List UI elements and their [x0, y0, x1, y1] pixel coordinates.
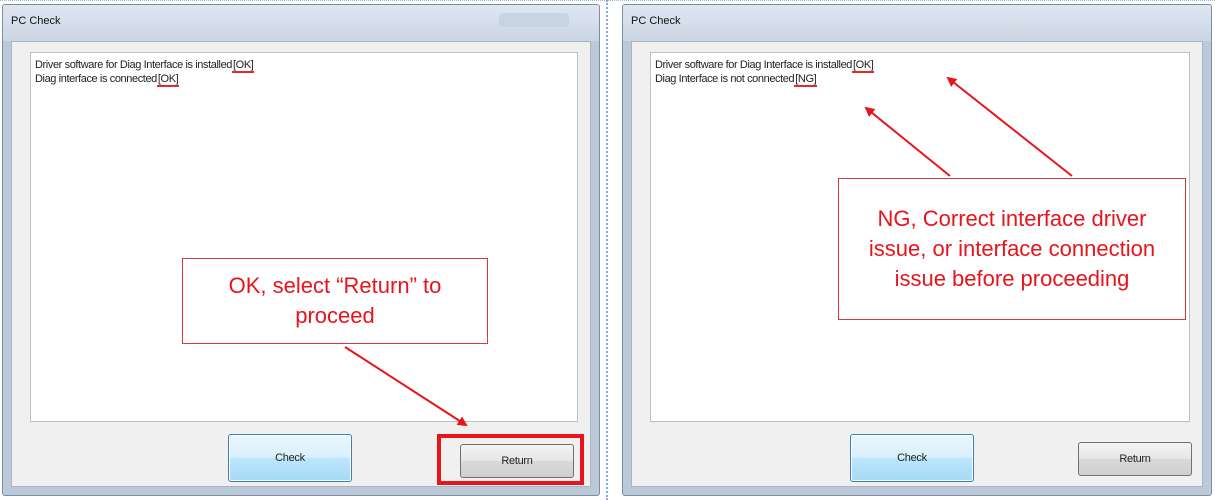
panel-divider [606, 0, 608, 500]
callout-ng-fix: NG, Correct interface driver issue, or i… [838, 178, 1186, 320]
pc-check-window-left: PC Check Driver software for Diag Interf… [2, 4, 600, 496]
status-line-connection: Diag interface is connected[OK] [35, 72, 573, 87]
window-title: PC Check [11, 15, 61, 27]
check-button[interactable]: Check [850, 434, 974, 482]
status-ng-marker: [NG] [794, 73, 818, 87]
status-line-driver: Driver software for Diag Interface is in… [35, 58, 573, 73]
return-button[interactable]: Return [1078, 442, 1192, 476]
status-ok-marker: [OK] [852, 59, 875, 73]
titlebar-blurred-area [499, 13, 569, 27]
callout-text: OK, select “Return” to proceed [228, 273, 442, 328]
status-line-text: Diag Interface is not connected [655, 73, 795, 85]
status-ok-marker: [OK] [156, 73, 180, 87]
status-line-driver: Driver software for Diag Interface is in… [655, 58, 1185, 73]
window-title: PC Check [631, 15, 681, 27]
status-line-text: Driver software for Diag Interface is in… [35, 59, 233, 71]
status-ok-marker: [OK] [232, 59, 255, 73]
return-highlight-box [437, 434, 584, 485]
status-textbox[interactable]: Driver software for Diag Interface is in… [30, 52, 578, 422]
status-line-text: Diag interface is connected [35, 73, 157, 85]
callout-ok-return: OK, select “Return” to proceed [182, 258, 488, 344]
window-titlebar[interactable]: PC Check [3, 5, 599, 41]
window-titlebar[interactable]: PC Check [623, 5, 1211, 41]
check-button[interactable]: Check [228, 434, 352, 482]
status-line-connection: Diag Interface is not connected[NG] [655, 72, 1185, 87]
status-line-text: Driver software for Diag Interface is in… [655, 59, 853, 71]
callout-text: NG, Correct interface driver issue, or i… [868, 206, 1156, 291]
